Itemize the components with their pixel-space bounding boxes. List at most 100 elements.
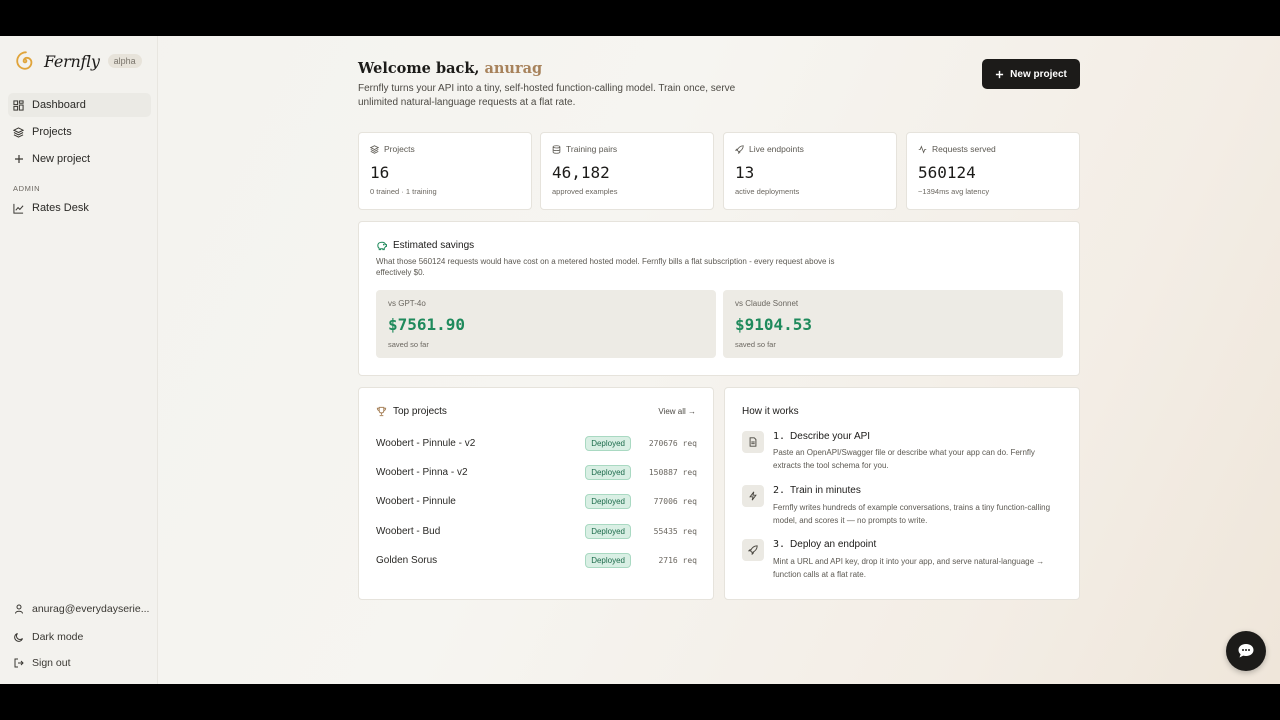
chart-line-icon [13,203,24,214]
status-badge: Deployed [585,464,631,480]
sidebar-item-rates-desk[interactable]: Rates Desk [8,196,151,220]
step-description: Paste an OpenAPI/Swagger file or describ… [773,448,1035,470]
step-title-text: Deploy an endpoint [790,539,877,550]
sidebar-item-label: Dashboard [32,99,86,111]
sidebar-item-new-project[interactable]: New project [8,147,151,171]
step-title: 3. Deploy an endpoint [773,539,876,550]
database-icon [552,144,561,154]
savings-card-label: vs GPT-4o [388,299,426,308]
dark-mode-toggle[interactable]: Dark mode [8,626,151,648]
savings-card-claude-sonnet: vs Claude Sonnet $9104.53 saved so far [723,290,1063,358]
top-projects-panel: Top projects View all → Woobert - Pinnul… [358,387,714,600]
stat-header: Training pairs [552,144,617,154]
user-email: anurag@everydayserie... [32,603,150,615]
page-title: Welcome back, anurag [358,60,542,77]
layers-icon [370,144,379,154]
stat-card-requests-served: Requests served 560124 ~1394ms avg laten… [906,132,1080,210]
sidebar-item-label: Rates Desk [32,202,89,214]
stat-label: Requests served [932,144,996,154]
stat-card-live-endpoints: Live endpoints 13 active deployments [723,132,897,210]
admin-section-label: ADMIN [13,184,41,193]
sidebar-item-label: New project [32,153,91,165]
project-name: Golden Sorus [376,554,438,566]
project-name: Woobert - Bud [376,525,441,537]
piggy-bank-icon [377,241,387,251]
top-projects-title: Top projects [376,406,447,417]
sign-out-icon [13,658,24,669]
view-all-link[interactable]: View all → [658,407,696,416]
project-row[interactable]: Woobert - Pinnule - v2 Deployed 270676 r… [376,434,697,452]
sidebar-item-projects[interactable]: Projects [8,120,151,144]
project-requests: 2716 req [658,555,697,565]
project-requests: 77006 req [653,496,697,506]
project-row[interactable]: Golden Sorus Deployed 2716 req [376,551,697,569]
user-icon [13,604,24,615]
stat-header: Requests served [918,144,996,154]
status-badge: Deployed [585,523,631,539]
estimated-savings-panel: Estimated savings What those 560124 requ… [358,221,1080,376]
project-requests: 150887 req [648,467,697,477]
user-account[interactable]: anurag@everydayserie... [8,598,151,620]
sidebar: Fernfly alpha Dashboard Projects New pro… [0,36,158,684]
project-row[interactable]: Woobert - Pinna - v2 Deployed 150887 req [376,463,697,481]
trophy-icon [376,406,387,417]
sign-out-label: Sign out [32,657,71,669]
step-title-text: Train in minutes [790,485,861,496]
new-project-label: New project [1010,68,1067,80]
intro-text: Fernfly turns your API into a tiny, self… [358,83,736,108]
brand[interactable]: Fernfly alpha [14,50,142,72]
dark-mode-label: Dark mode [32,631,84,643]
stat-value: 13 [735,163,755,182]
rocket-icon [735,144,744,154]
step-number: 1. [773,431,786,442]
moon-icon [13,632,24,643]
step-title: 1. Describe your API [773,431,870,442]
project-requests: 55435 req [653,526,697,536]
activity-icon [918,144,927,154]
sidebar-item-dashboard[interactable]: Dashboard [8,93,151,117]
step-description: Mint a URL and API key, drop it into you… [773,557,1045,579]
new-project-button[interactable]: New project [982,59,1080,89]
chat-bubble-icon [1238,644,1254,658]
dashboard-icon [13,99,24,111]
project-row[interactable]: Woobert - Bud Deployed 55435 req [376,522,697,540]
sidebar-item-label: Projects [32,126,72,138]
stat-subtext: ~1394ms avg latency [918,187,990,196]
sign-out-button[interactable]: Sign out [8,652,151,674]
stat-label: Live endpoints [749,144,804,154]
welcome-prefix: Welcome back, [358,60,480,77]
top-projects-title-text: Top projects [393,406,447,417]
savings-card-value: $9104.53 [735,315,813,334]
stat-header: Live endpoints [735,144,804,154]
stat-value: 46,182 [552,163,610,182]
savings-description: What those 560124 requests would have co… [376,257,835,277]
spiral-logo-icon [16,51,33,70]
rocket-icon [742,539,764,561]
layers-icon [13,126,24,138]
step-title: 2. Train in minutes [773,485,861,496]
savings-card-label: vs Claude Sonnet [735,299,799,308]
stat-header: Projects [370,144,415,154]
stat-label: Training pairs [566,144,618,154]
project-requests: 270676 req [648,438,697,448]
savings-title: Estimated savings [376,240,474,251]
step-title-text: Describe your API [790,431,871,442]
stat-value: 560124 [918,163,976,182]
status-badge: Deployed [585,493,631,509]
stat-subtext: approved examples [552,187,618,196]
step-number: 2. [773,485,786,496]
savings-card-value: $7561.90 [388,315,466,334]
savings-title-text: Estimated savings [393,240,475,251]
stat-value: 16 [370,163,390,182]
stat-card-projects: Projects 16 0 trained · 1 training [358,132,532,210]
status-badge: Deployed [585,552,631,568]
stat-subtext: 0 trained · 1 training [370,187,437,196]
welcome-user-name: anurag [484,60,543,77]
savings-card-subtext: saved so far [388,340,429,349]
project-row[interactable]: Woobert - Pinnule Deployed 77006 req [376,492,697,510]
project-name: Woobert - Pinnule - v2 [376,437,476,449]
document-icon [742,431,764,453]
how-it-works-title: How it works [742,406,799,417]
status-badge: Deployed [585,435,631,451]
chat-button[interactable] [1226,631,1266,671]
